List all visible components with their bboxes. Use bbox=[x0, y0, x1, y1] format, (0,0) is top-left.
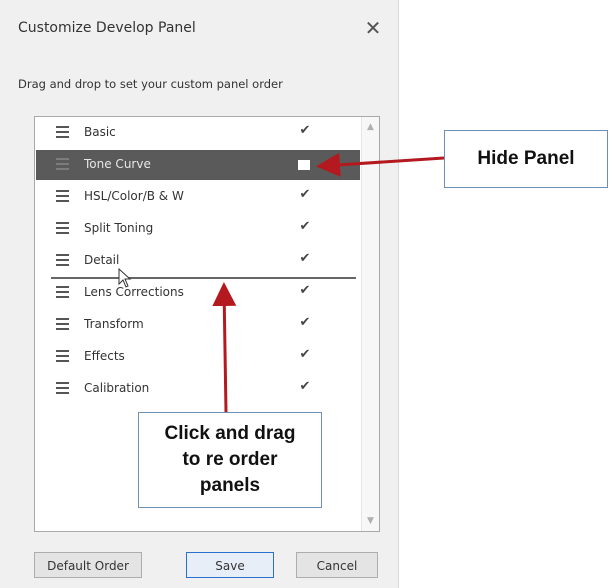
save-button[interactable]: Save bbox=[186, 552, 274, 578]
visibility-checkbox[interactable]: ✔ bbox=[298, 380, 312, 394]
drag-handle-icon[interactable] bbox=[56, 350, 69, 362]
panel-row-tone-curve[interactable]: Tone Curve bbox=[36, 150, 360, 180]
drag-handle-icon[interactable] bbox=[56, 254, 69, 266]
visibility-checkbox[interactable]: ✔ bbox=[298, 348, 312, 362]
drag-handle-icon[interactable] bbox=[56, 382, 69, 394]
drag-handle-icon[interactable] bbox=[56, 222, 69, 234]
panel-row-hsl[interactable]: HSL/Color/B & W ✔ bbox=[36, 182, 360, 212]
drag-handle-icon[interactable] bbox=[56, 126, 69, 138]
instruction-text: Drag and drop to set your custom panel o… bbox=[18, 77, 283, 91]
panel-row-calibration[interactable]: Calibration ✔ bbox=[36, 374, 360, 404]
panel-label: Lens Corrections bbox=[84, 285, 184, 299]
cancel-button[interactable]: Cancel bbox=[296, 552, 378, 578]
panel-row-transform[interactable]: Transform ✔ bbox=[36, 310, 360, 340]
visibility-checkbox[interactable]: ✔ bbox=[298, 284, 312, 298]
panel-row-lens-corrections[interactable]: Lens Corrections ✔ bbox=[36, 278, 360, 308]
panel-row-effects[interactable]: Effects ✔ bbox=[36, 342, 360, 372]
panel-label: Tone Curve bbox=[84, 157, 151, 171]
dialog-title: Customize Develop Panel bbox=[18, 20, 196, 36]
drag-reorder-callout: Click and drag to re order panels bbox=[138, 412, 322, 508]
drag-handle-icon[interactable] bbox=[56, 318, 69, 330]
panel-label: Detail bbox=[84, 253, 120, 267]
panel-label: Split Toning bbox=[84, 221, 154, 235]
panel-label: Transform bbox=[84, 317, 144, 331]
drag-handle-icon[interactable] bbox=[56, 158, 69, 170]
visibility-checkbox[interactable] bbox=[298, 160, 310, 170]
visibility-checkbox[interactable]: ✔ bbox=[298, 188, 312, 202]
scroll-down-icon[interactable]: ▼ bbox=[362, 513, 379, 529]
callout-line: Click and drag bbox=[164, 423, 296, 444]
panel-row-split-toning[interactable]: Split Toning ✔ bbox=[36, 214, 360, 244]
panel-label: HSL/Color/B & W bbox=[84, 189, 184, 203]
callout-line: panels bbox=[199, 475, 261, 496]
visibility-checkbox[interactable]: ✔ bbox=[298, 252, 312, 266]
panel-label: Calibration bbox=[84, 381, 150, 395]
callout-line: to re order bbox=[182, 449, 278, 470]
visibility-checkbox[interactable]: ✔ bbox=[298, 316, 312, 330]
visibility-checkbox[interactable]: ✔ bbox=[298, 124, 312, 138]
drag-handle-icon[interactable] bbox=[56, 286, 69, 298]
panel-label: Effects bbox=[84, 349, 125, 363]
hide-panel-callout: Hide Panel bbox=[444, 130, 608, 188]
close-icon[interactable]: ✕ bbox=[362, 17, 384, 39]
panel-row-basic[interactable]: Basic ✔ bbox=[36, 118, 360, 148]
drag-handle-icon[interactable] bbox=[56, 190, 69, 202]
panel-row-detail[interactable]: Detail ✔ bbox=[36, 246, 360, 276]
panel-label: Basic bbox=[84, 125, 116, 139]
list-scrollbar[interactable]: ▲ ▼ bbox=[361, 117, 379, 531]
scroll-up-icon[interactable]: ▲ bbox=[362, 119, 379, 135]
default-order-button[interactable]: Default Order bbox=[34, 552, 142, 578]
visibility-checkbox[interactable]: ✔ bbox=[298, 220, 312, 234]
